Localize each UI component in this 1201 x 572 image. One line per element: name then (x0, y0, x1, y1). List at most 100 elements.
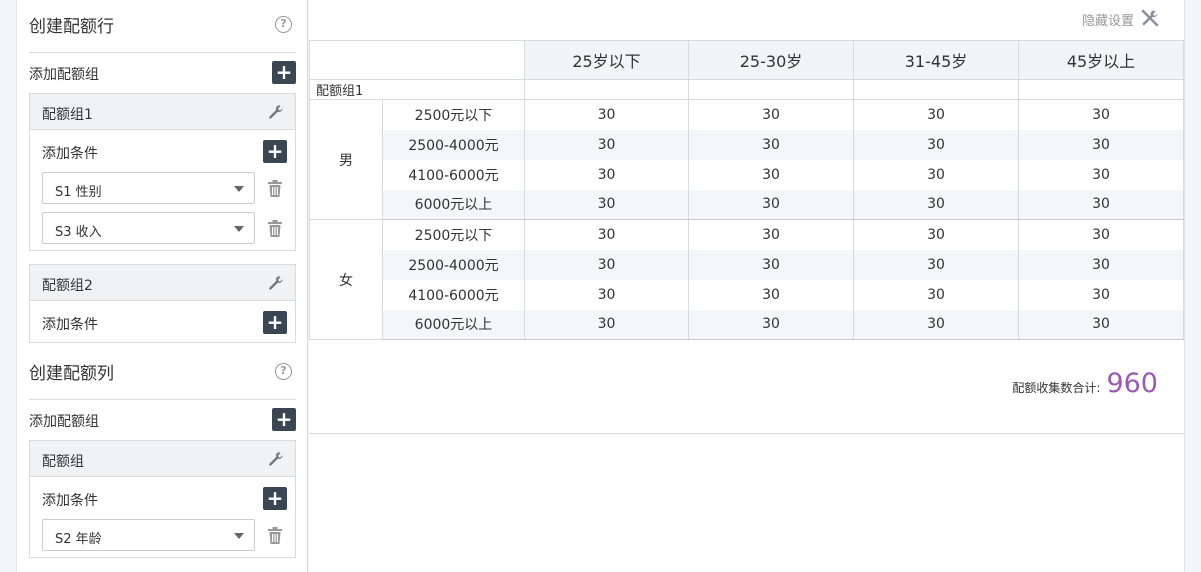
group-name: 配额组 (42, 454, 84, 470)
quota-cell[interactable]: 30 (524, 189, 689, 220)
quota-cell[interactable]: 30 (1018, 279, 1184, 310)
quota-cell[interactable]: 30 (688, 99, 854, 130)
quota-cell[interactable]: 30 (853, 219, 1019, 250)
quota-cell[interactable]: 30 (524, 159, 689, 190)
quota-cell[interactable]: 30 (1018, 249, 1184, 280)
quota-cell[interactable]: 30 (1018, 129, 1184, 160)
tools-icon[interactable] (1140, 8, 1160, 28)
add-condition-button[interactable]: + (263, 487, 287, 510)
table-cell (688, 79, 854, 100)
column-header: 25-30岁 (688, 40, 854, 80)
total-value: 960 (1106, 368, 1158, 399)
table-cell (524, 79, 689, 100)
quota-config-panel: 创建配额行 ? 添加配额组 + 配额组1 添加条件 + S1 性别 S3 收入 (16, 0, 308, 572)
group-header: 配额组2 (30, 265, 295, 301)
group-name: 配额组2 (42, 278, 93, 294)
help-icon[interactable]: ? (275, 16, 292, 33)
quota-group-label: 配额组1 (309, 79, 525, 100)
group-header: 配额组1 (30, 94, 295, 130)
quota-cell[interactable]: 30 (524, 279, 689, 310)
table-cell (1018, 79, 1184, 100)
income-label: 2500元以下 (382, 99, 525, 130)
chevron-down-icon (234, 186, 244, 192)
table-row: 4100-6000元 30 30 30 30 (310, 159, 1184, 190)
quota-cell[interactable]: 30 (1018, 189, 1184, 220)
total-label: 配额收集数合计: (1012, 381, 1101, 395)
quota-cell[interactable]: 30 (524, 309, 689, 340)
quota-cell[interactable]: 30 (1018, 309, 1184, 340)
table-row: 6000元以上 30 30 30 30 (310, 189, 1184, 220)
divider (309, 433, 1185, 434)
divider (29, 399, 296, 400)
quota-cell[interactable]: 30 (853, 249, 1019, 280)
add-quota-group-label: 添加配额组 (29, 67, 99, 83)
table-row: 男 2500元以下 30 30 30 30 (309, 99, 1184, 220)
quota-total: 配额收集数合计: 960 (1012, 368, 1158, 399)
column-header: 45岁以上 (1018, 40, 1184, 80)
quota-cell[interactable]: 30 (688, 219, 854, 250)
quota-cell[interactable]: 30 (853, 279, 1019, 310)
quota-cell[interactable]: 30 (853, 99, 1019, 130)
quota-cell[interactable]: 30 (688, 159, 854, 190)
help-icon[interactable]: ? (275, 363, 292, 380)
chevron-down-icon (234, 533, 244, 539)
add-quota-group-label: 添加配额组 (29, 414, 99, 430)
quota-table-panel: 隐藏设置 25岁以下 25-30岁 31-45岁 45岁以上 配额组1 男 25… (309, 0, 1185, 572)
condition-select-value: S2 年龄 (55, 532, 102, 547)
quota-cell[interactable]: 30 (688, 189, 854, 220)
group-name: 配额组1 (42, 107, 93, 123)
sex-label: 男 (309, 99, 383, 220)
quota-cell[interactable]: 30 (524, 249, 689, 280)
trash-icon[interactable] (268, 180, 282, 197)
add-row-group-button[interactable]: + (272, 61, 296, 84)
row-quota-group-2: 配额组2 添加条件 + (29, 264, 296, 343)
quota-cell[interactable]: 30 (524, 129, 689, 160)
quota-cell[interactable]: 30 (853, 159, 1019, 190)
trash-icon[interactable] (268, 527, 282, 544)
quota-cell[interactable]: 30 (688, 279, 854, 310)
quota-cell[interactable]: 30 (1018, 159, 1184, 190)
quota-table: 25岁以下 25-30岁 31-45岁 45岁以上 配额组1 男 2500元以下 3… (309, 40, 1184, 340)
table-row: 2500-4000元 30 30 30 30 (310, 249, 1184, 280)
income-label: 4100-6000元 (382, 159, 525, 190)
condition-select[interactable]: S1 性别 (42, 172, 255, 204)
income-label: 6000元以上 (382, 189, 525, 220)
group-header: 配额组 (30, 441, 295, 477)
sex-label: 女 (309, 219, 383, 340)
table-row: 6000元以上 30 30 30 30 (310, 309, 1184, 340)
quota-cell[interactable]: 30 (853, 189, 1019, 220)
create-quota-rows-title: 创建配额行 (29, 17, 114, 37)
quota-cell[interactable]: 30 (1018, 99, 1184, 130)
income-label: 6000元以上 (382, 309, 525, 340)
quota-cell[interactable]: 30 (853, 309, 1019, 340)
trash-icon[interactable] (268, 220, 282, 237)
condition-select[interactable]: S3 收入 (42, 212, 255, 244)
wrench-icon[interactable] (268, 104, 284, 120)
add-condition-label: 添加条件 (42, 317, 98, 333)
table-corner (309, 40, 525, 80)
add-condition-label: 添加条件 (42, 146, 98, 162)
quota-cell[interactable]: 30 (688, 129, 854, 160)
add-col-group-button[interactable]: + (272, 408, 296, 431)
quota-cell[interactable]: 30 (524, 219, 689, 250)
quota-cell[interactable]: 30 (524, 99, 689, 130)
income-label: 4100-6000元 (382, 279, 525, 310)
add-condition-label: 添加条件 (42, 493, 98, 509)
add-condition-button[interactable]: + (263, 311, 287, 334)
quota-cell[interactable]: 30 (853, 129, 1019, 160)
wrench-icon[interactable] (268, 275, 284, 291)
wrench-icon[interactable] (268, 451, 284, 467)
add-condition-button[interactable]: + (263, 140, 287, 163)
divider (29, 52, 296, 53)
hide-settings-link[interactable]: 隐藏设置 (1082, 10, 1134, 29)
condition-select-value: S3 收入 (55, 225, 102, 240)
column-header: 31-45岁 (853, 40, 1019, 80)
quota-cell[interactable]: 30 (688, 249, 854, 280)
table-row: 4100-6000元 30 30 30 30 (310, 279, 1184, 310)
quota-cell[interactable]: 30 (1018, 219, 1184, 250)
condition-select[interactable]: S2 年龄 (42, 519, 255, 551)
condition-select-value: S1 性别 (55, 185, 102, 200)
quota-cell[interactable]: 30 (688, 309, 854, 340)
column-header: 25岁以下 (524, 40, 689, 80)
col-quota-group: 配额组 添加条件 + S2 年龄 (29, 440, 296, 558)
